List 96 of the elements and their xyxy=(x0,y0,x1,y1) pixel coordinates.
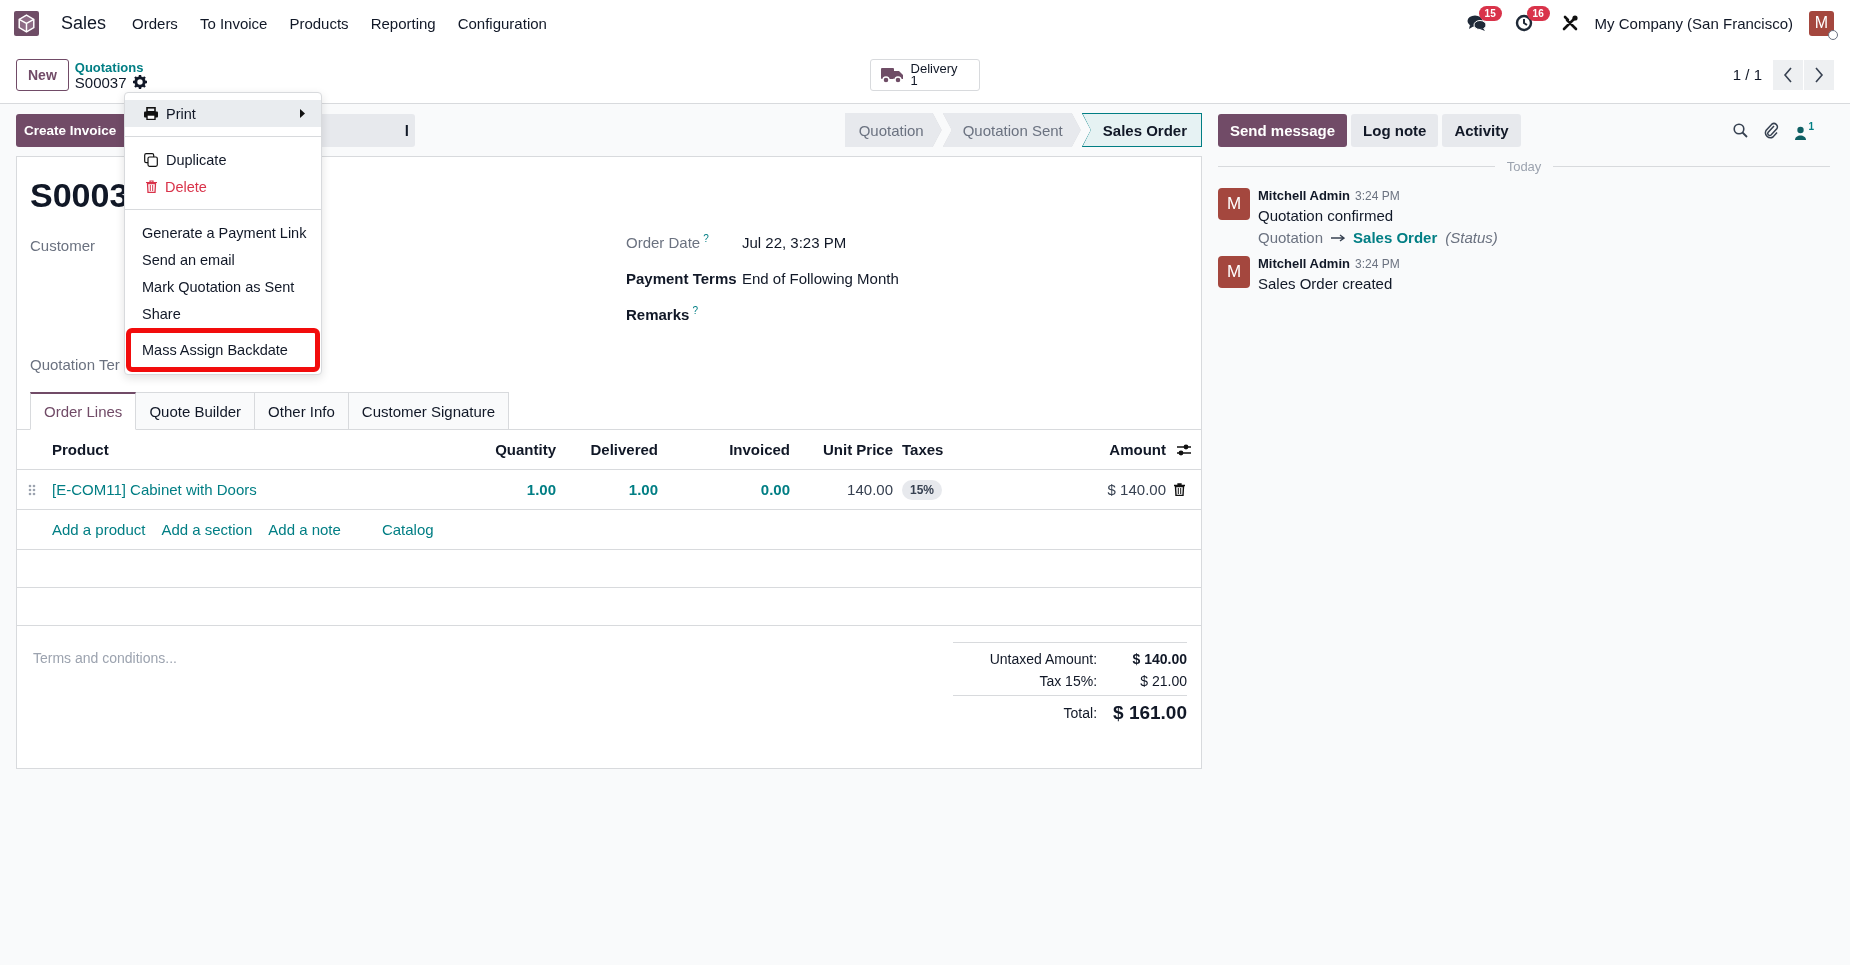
table-cell-text: 1.00 xyxy=(525,481,556,498)
catalog-button[interactable]: Catalog xyxy=(381,521,434,538)
chat-icon[interactable] xyxy=(1466,14,1487,32)
record-name: S00037 xyxy=(74,74,127,90)
chatter-button[interactable]: Send message xyxy=(1218,113,1348,147)
field-value: Jul 22, 3:23 PM xyxy=(742,233,847,251)
sliders-icon[interactable] xyxy=(1176,442,1192,457)
table-cell-text: $ 140.00 xyxy=(1106,481,1166,498)
total-value: $ 161.00 xyxy=(1113,702,1187,724)
menu-item[interactable]: Mass Assign Backdate xyxy=(129,331,317,369)
message-author: Mitchell Admin xyxy=(1258,188,1350,203)
total-label: Total: xyxy=(1062,705,1098,721)
column-header: Taxes xyxy=(901,441,945,458)
menu-item[interactable]: Orders xyxy=(132,14,178,32)
message-text: Sales Order created xyxy=(1258,275,1394,292)
app-logo-icon[interactable] xyxy=(14,10,39,36)
add-line-link[interactable]: Add a product xyxy=(52,521,146,538)
chevron-left-icon xyxy=(1783,66,1793,83)
breadcrumb-link[interactable]: Quotations xyxy=(74,59,147,75)
total-value: $ 140.00 xyxy=(1131,651,1187,667)
date-separator: Today xyxy=(1506,159,1542,174)
gear-icon[interactable] xyxy=(132,75,147,89)
app-name[interactable]: Sales xyxy=(61,12,107,34)
column-header: Invoiced xyxy=(728,441,790,458)
menu-item[interactable]: Share xyxy=(125,300,321,327)
old-value: Quotation xyxy=(1258,229,1324,246)
total-value: $ 21.00 xyxy=(1139,673,1187,689)
clock-icon[interactable] xyxy=(1514,14,1533,32)
menu-item[interactable]: Duplicate xyxy=(125,146,321,173)
author-avatar: M xyxy=(1218,256,1250,288)
search-icon[interactable] xyxy=(1733,122,1749,138)
status-step[interactable]: Sales Order xyxy=(1081,113,1202,147)
status-step[interactable]: Quotation xyxy=(844,113,942,147)
field-label: Payment Terms xyxy=(626,269,738,287)
arrow-right-icon xyxy=(1331,233,1346,242)
menu-item[interactable]: Send an email xyxy=(125,246,321,273)
field-label: Remarks $^{?}$ xyxy=(626,305,699,323)
pager-value: 1 / 1 xyxy=(1732,66,1762,83)
menu-item[interactable]: Configuration xyxy=(457,14,547,32)
add-line-link[interactable]: Add a note xyxy=(268,521,341,538)
caret-right-icon xyxy=(300,109,305,118)
message-text: Quotation confirmed xyxy=(1258,207,1395,224)
field-label: Quotation Ter xyxy=(30,355,121,373)
field-name: (Status) xyxy=(1445,229,1498,246)
column-header: Amount xyxy=(1108,441,1166,458)
tab[interactable]: Quote Builder xyxy=(136,392,256,430)
tab[interactable]: Other Info xyxy=(255,392,349,430)
tax-tag: 15% xyxy=(902,479,943,500)
menu-item[interactable]: Mark Quotation as Sent xyxy=(125,273,321,300)
new-value: Sales Order xyxy=(1353,229,1438,246)
add-line-link[interactable]: Add a section xyxy=(161,521,253,538)
field-label: Order Date $^{?}$ xyxy=(626,233,710,251)
menu-item[interactable]: Reporting xyxy=(370,14,436,32)
tab[interactable]: Customer Signature xyxy=(348,392,510,430)
message-time: 3:24 PM xyxy=(1354,189,1400,203)
paperclip-icon[interactable] xyxy=(1764,121,1780,139)
new-button[interactable]: New xyxy=(16,58,69,91)
chatter-button[interactable]: Log note xyxy=(1351,113,1439,147)
total-label: Untaxed Amount: xyxy=(988,651,1098,667)
menu-item[interactable]: To Invoice xyxy=(199,14,268,32)
tab[interactable]: Order Lines xyxy=(30,392,137,430)
table-cell-text: 0.00 xyxy=(759,481,790,498)
person-icon xyxy=(1795,125,1807,140)
tools-icon[interactable] xyxy=(1560,14,1579,32)
column-header: Product xyxy=(52,441,110,458)
author-avatar: M xyxy=(1218,188,1250,220)
previous-button[interactable] xyxy=(1773,59,1803,90)
printer-icon xyxy=(144,107,158,120)
truck-icon xyxy=(880,65,903,84)
total-label: Tax 15%: xyxy=(1038,673,1098,689)
message-time: 3:24 PM xyxy=(1354,257,1400,271)
table-cell-text: 1.00 xyxy=(627,481,658,498)
copy-icon xyxy=(144,152,158,167)
trash-icon[interactable] xyxy=(1174,483,1185,496)
menu-item[interactable]: Print xyxy=(125,100,321,127)
field-label: Customer xyxy=(30,236,97,254)
column-header: Quantity xyxy=(494,441,556,458)
column-header: Unit Price xyxy=(821,441,893,458)
count-badge: 16 xyxy=(1526,6,1550,21)
trash-icon xyxy=(146,180,157,193)
followers-button[interactable]: 1 xyxy=(1795,120,1814,140)
status-step[interactable]: Quotation Sent xyxy=(942,113,1081,147)
count-badge: 15 xyxy=(1478,6,1502,21)
delivery-button[interactable]: Delivery 1 xyxy=(869,58,981,91)
field-value: End of Following Month xyxy=(742,269,899,287)
column-header: Delivered xyxy=(589,441,658,458)
menu-item[interactable]: Products xyxy=(289,14,349,32)
message-author: Mitchell Admin xyxy=(1258,256,1350,271)
drag-handle-icon[interactable] xyxy=(28,483,36,496)
next-button[interactable] xyxy=(1804,59,1834,90)
product-link[interactable]: [E-COM11] Cabinet with Doors xyxy=(52,481,487,498)
chatter-button[interactable]: Activity xyxy=(1442,113,1521,147)
company-switcher[interactable]: My Company (San Francisco) xyxy=(1594,14,1793,32)
table-cell-text: 140.00 xyxy=(846,481,893,498)
menu-item[interactable]: Generate a Payment Link xyxy=(125,219,321,246)
chevron-right-icon xyxy=(1814,66,1824,83)
